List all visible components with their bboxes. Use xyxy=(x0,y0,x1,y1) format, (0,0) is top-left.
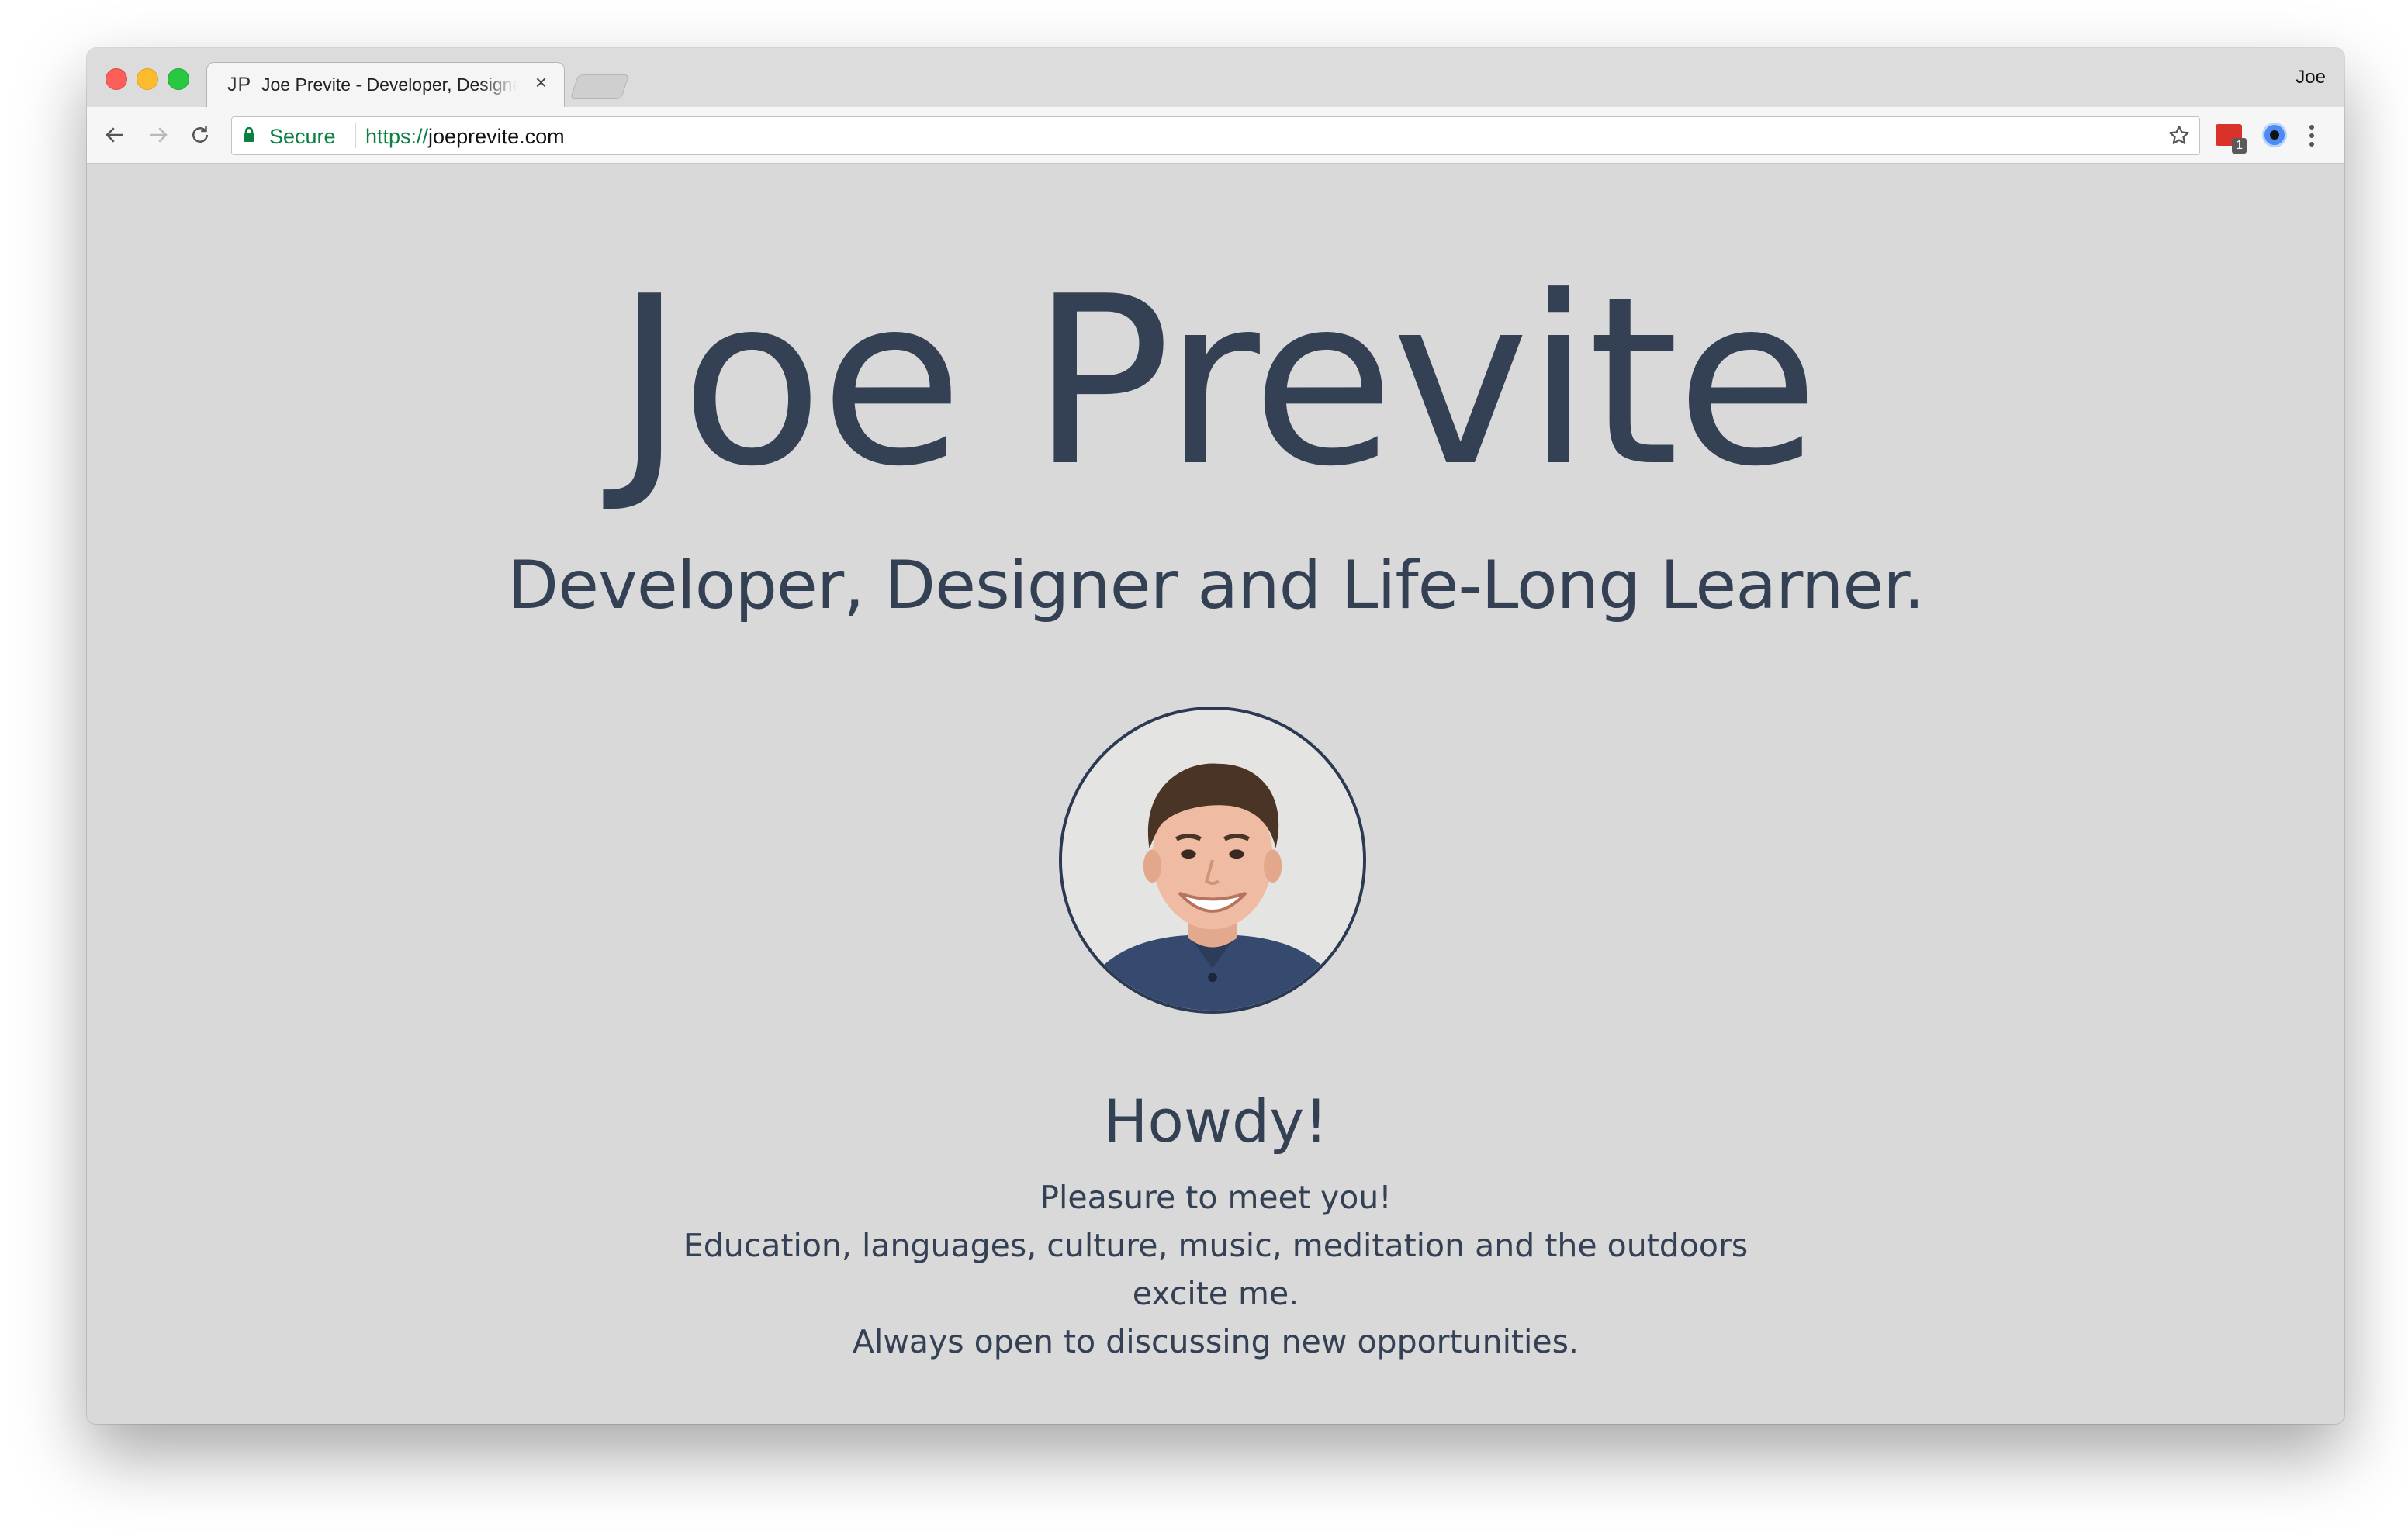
lock-icon xyxy=(244,127,254,142)
page-content: Joe Previte Developer, Designer and Life… xyxy=(87,164,2344,1424)
url-text[interactable]: https://joeprevite.com xyxy=(365,125,565,149)
greeting-heading: Howdy! xyxy=(1103,1087,1328,1156)
kebab-menu-icon[interactable] xyxy=(2307,123,2316,149)
address-bar[interactable]: Secure https://joeprevite.com xyxy=(231,116,2200,155)
avatar xyxy=(1059,707,1366,1014)
eye-extension-icon[interactable] xyxy=(2262,123,2287,147)
bio-text: Pleasure to meet you! Education, languag… xyxy=(645,1173,1786,1366)
browser-window: JP Joe Previte - Developer, Designer and… xyxy=(87,48,2344,1424)
tab-close-icon[interactable]: × xyxy=(535,71,547,94)
hero-tagline: Developer, Designer and Life-Long Learne… xyxy=(507,547,1925,624)
bio-line: Always open to discussing new opportunit… xyxy=(852,1323,1579,1360)
secure-label: Secure xyxy=(269,125,336,148)
reload-button[interactable] xyxy=(186,121,214,149)
address-divider xyxy=(355,123,356,148)
back-button[interactable] xyxy=(101,121,129,149)
tab-active[interactable]: JP Joe Previte - Developer, Designer and… xyxy=(206,62,565,109)
tab-title: Joe Previte - Developer, Designer and Li… xyxy=(261,74,517,95)
calendar-extension-icon[interactable]: 1 xyxy=(2216,124,2247,154)
new-tab-button[interactable] xyxy=(569,74,630,99)
hero-name: Joe Previte xyxy=(615,247,1819,517)
arrow-right-icon xyxy=(150,127,168,143)
window-minimize-button[interactable] xyxy=(137,68,158,90)
forward-button[interactable] xyxy=(144,121,172,149)
bio-line: Education, languages, culture, music, me… xyxy=(683,1227,1749,1312)
profile-name[interactable]: Joe xyxy=(2296,67,2326,88)
star-icon[interactable] xyxy=(2167,123,2192,148)
site-favicon-icon: JP xyxy=(227,74,252,95)
url-host: joeprevite.com xyxy=(428,125,565,148)
profile-photo xyxy=(1062,710,1363,1011)
reload-icon xyxy=(192,126,208,143)
arrow-left-icon xyxy=(106,127,123,143)
window-maximize-button[interactable] xyxy=(168,68,189,90)
window-close-button[interactable] xyxy=(106,68,127,90)
extension-badge: 1 xyxy=(2232,138,2247,154)
bio-line: Pleasure to meet you! xyxy=(1040,1179,1392,1216)
url-scheme: https:// xyxy=(365,125,429,148)
browser-toolbar: Secure https://joeprevite.com 1 xyxy=(87,107,2344,164)
tab-strip: JP Joe Previte - Developer, Designer and… xyxy=(87,48,2344,109)
